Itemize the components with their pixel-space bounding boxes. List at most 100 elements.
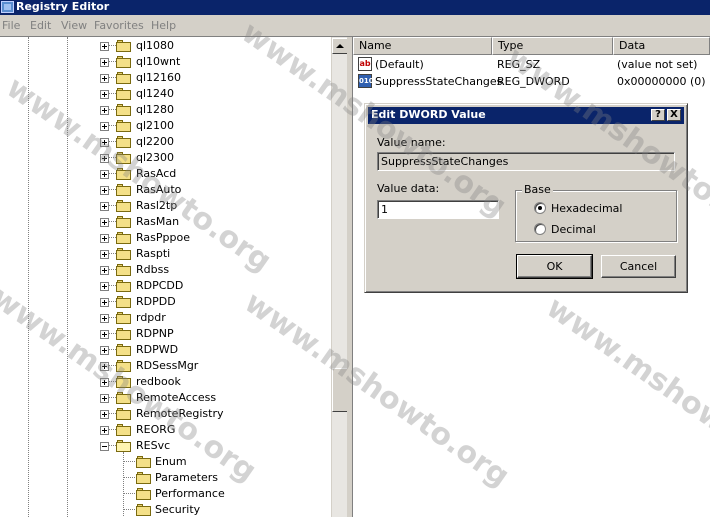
menu-file[interactable]: File — [2, 19, 20, 32]
expand-plus-icon[interactable] — [100, 218, 109, 227]
expand-plus-icon[interactable] — [100, 394, 109, 403]
tree-node[interactable]: ql1240 — [0, 86, 331, 102]
decimal-label[interactable]: Decimal — [551, 223, 596, 236]
expand-plus-icon[interactable] — [100, 250, 109, 259]
tree-node-label: RasPppoe — [136, 231, 190, 244]
value-row[interactable]: ab (Default) REG_SZ (value not set) — [353, 56, 710, 73]
tree-node[interactable]: ql10wnt — [0, 54, 331, 70]
tree-connector — [108, 429, 116, 430]
expand-plus-icon[interactable] — [100, 426, 109, 435]
tree-node[interactable]: RDPNP — [0, 326, 331, 342]
expand-plus-icon[interactable] — [100, 234, 109, 243]
tree-node[interactable]: RemoteRegistry — [0, 406, 331, 422]
tree-connector — [108, 445, 116, 446]
hexadecimal-label[interactable]: Hexadecimal — [551, 202, 622, 215]
value-row[interactable]: 010 SuppressStateChanges REG_DWORD 0x000… — [353, 73, 710, 90]
expand-plus-icon[interactable] — [100, 314, 109, 323]
tree-node[interactable]: redbook — [0, 374, 331, 390]
tree-node[interactable]: RDPDD — [0, 294, 331, 310]
expand-plus-icon[interactable] — [100, 186, 109, 195]
tree-node[interactable]: Rasl2tp — [0, 198, 331, 214]
expand-plus-icon[interactable] — [100, 154, 109, 163]
tree-connector — [108, 317, 116, 318]
tree-node[interactable]: ql1080 — [0, 38, 331, 54]
expand-plus-icon[interactable] — [100, 90, 109, 99]
help-button[interactable]: ? — [651, 109, 665, 121]
column-header-name[interactable]: Name — [353, 37, 492, 55]
tree-connector — [108, 125, 116, 126]
scrollbar-thumb[interactable] — [332, 368, 348, 412]
expand-plus-icon[interactable] — [100, 138, 109, 147]
folder-icon — [116, 248, 132, 260]
tree-node[interactable]: Rdbss — [0, 262, 331, 278]
tree-scrollbar[interactable] — [331, 37, 348, 517]
expand-plus-icon[interactable] — [100, 362, 109, 371]
tree-node[interactable]: Parameters — [0, 470, 331, 486]
tree-node-label: ql12160 — [136, 71, 182, 84]
expand-plus-icon[interactable] — [100, 42, 109, 51]
folder-icon — [116, 424, 132, 436]
tree-node[interactable]: Security — [0, 502, 331, 517]
expand-plus-icon[interactable] — [100, 106, 109, 115]
tree-node[interactable]: RasAuto — [0, 182, 331, 198]
collapse-minus-icon[interactable] — [100, 442, 109, 451]
tree-node-label: RDPWD — [136, 343, 179, 356]
expand-plus-icon[interactable] — [100, 378, 109, 387]
tree-node[interactable]: RemoteAccess — [0, 390, 331, 406]
tree-connector — [108, 173, 116, 174]
folder-icon — [116, 376, 132, 388]
tree-node[interactable]: RDPWD — [0, 342, 331, 358]
tree-node[interactable]: ql2100 — [0, 118, 331, 134]
tree-node[interactable]: rdpdr — [0, 310, 331, 326]
tree-node[interactable]: Raspti — [0, 246, 331, 262]
expand-plus-icon[interactable] — [100, 346, 109, 355]
tree-node[interactable]: RESvc — [0, 438, 331, 454]
folder-icon — [116, 360, 132, 372]
expand-plus-icon[interactable] — [100, 202, 109, 211]
folder-icon — [136, 488, 152, 500]
tree-node[interactable]: Enum — [0, 454, 331, 470]
folder-icon — [116, 120, 132, 132]
tree-node[interactable]: ql2300 — [0, 150, 331, 166]
tree-node[interactable]: RDSessMgr — [0, 358, 331, 374]
tree-node[interactable]: ql1280 — [0, 102, 331, 118]
tree-node[interactable]: RasMan — [0, 214, 331, 230]
menu-help[interactable]: Help — [151, 19, 176, 32]
column-header-type[interactable]: Type — [492, 37, 613, 55]
expand-plus-icon[interactable] — [100, 282, 109, 291]
registry-key-tree[interactable]: ql1080 ql10wnt ql12160 ql1240 ql1280 ql2100 ql… — [0, 37, 331, 517]
decimal-radio[interactable] — [534, 223, 546, 235]
tree-node[interactable]: Performance — [0, 486, 331, 502]
column-header-data[interactable]: Data — [613, 37, 710, 55]
expand-plus-icon[interactable] — [100, 58, 109, 67]
tree-connector — [108, 61, 116, 62]
tree-node[interactable]: RasPppoe — [0, 230, 331, 246]
close-button[interactable]: X — [667, 109, 681, 121]
menu-edit[interactable]: Edit — [30, 19, 51, 32]
expand-plus-icon[interactable] — [100, 122, 109, 131]
hexadecimal-radio[interactable] — [534, 202, 546, 214]
value-name: SuppressStateChanges — [375, 75, 503, 88]
expand-plus-icon[interactable] — [100, 410, 109, 419]
tree-node[interactable]: RasAcd — [0, 166, 331, 182]
expand-plus-icon[interactable] — [100, 74, 109, 83]
folder-icon — [116, 72, 132, 84]
menu-view[interactable]: View — [61, 19, 87, 32]
expand-plus-icon[interactable] — [100, 298, 109, 307]
tree-node[interactable]: RDPCDD — [0, 278, 331, 294]
folder-icon — [116, 40, 132, 52]
tree-node[interactable]: ql2200 — [0, 134, 331, 150]
value-data-input[interactable]: 1 — [377, 200, 499, 219]
tree-node-label: rdpdr — [136, 311, 166, 324]
tree-node-label: Raspti — [136, 247, 171, 260]
folder-icon — [116, 344, 132, 356]
expand-plus-icon[interactable] — [100, 170, 109, 179]
expand-plus-icon[interactable] — [100, 266, 109, 275]
ok-button[interactable]: OK — [516, 254, 593, 279]
expand-plus-icon[interactable] — [100, 330, 109, 339]
tree-node[interactable]: REORG — [0, 422, 331, 438]
tree-node[interactable]: ql12160 — [0, 70, 331, 86]
scroll-up-arrow-icon[interactable] — [332, 38, 348, 54]
cancel-button[interactable]: Cancel — [601, 255, 676, 278]
menu-favorites[interactable]: Favorites — [94, 19, 144, 32]
